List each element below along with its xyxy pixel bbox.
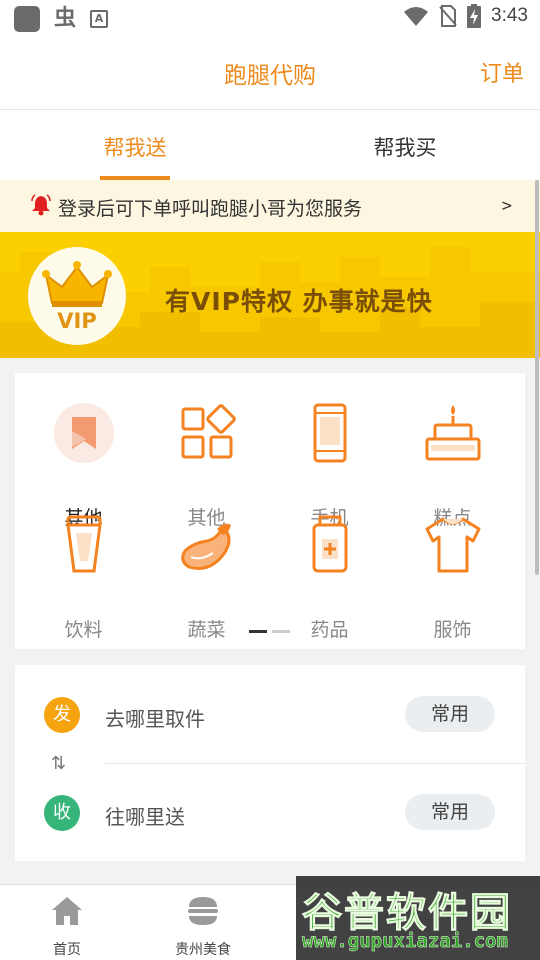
watermark-logo: 谷普软件园 www.gupuxiazai.com (296, 876, 540, 960)
keyboard-a-icon: A (90, 10, 109, 28)
address-card: 发 去哪里取件 常用 ⇅ 收 往哪里送 常用 (15, 665, 525, 861)
category-clothing[interactable]: 服饰 (391, 515, 514, 641)
nav-home[interactable]: 首页 (17, 895, 117, 959)
page-dot-active (249, 630, 267, 633)
category-vegetables[interactable]: 蔬菜 (145, 515, 268, 641)
app-header: 跑腿代购 订单 (0, 38, 540, 110)
battery-charging-icon (467, 4, 482, 28)
pickup-address-field[interactable]: 去哪里取件 (105, 703, 205, 732)
page-title: 跑腿代购 (224, 63, 316, 89)
receive-badge: 收 (44, 795, 80, 831)
scrollbar[interactable] (535, 180, 539, 575)
login-notice[interactable]: 登录后可下单呼叫跑腿小哥为您服务 > (0, 180, 540, 232)
vip-badge: VIP (28, 247, 126, 345)
status-bar: 虫 A 3:43 (0, 0, 540, 38)
home-icon (52, 897, 82, 925)
cup-icon (66, 515, 102, 573)
swap-icon[interactable]: ⇅ (51, 753, 66, 774)
phone-icon (313, 403, 347, 463)
delivery-address-field[interactable]: 往哪里送 (105, 801, 185, 830)
send-badge: 发 (44, 697, 80, 733)
divider (105, 763, 525, 764)
cake-icon (425, 405, 481, 461)
category-cake[interactable]: 糕点 (391, 403, 514, 529)
status-left: 虫 A (14, 6, 109, 32)
service-tabs: 帮我送 帮我买 (0, 110, 540, 180)
nav-label: 首页 (53, 942, 81, 958)
no-sim-icon (439, 5, 457, 27)
chevron-right-icon: > (501, 196, 512, 216)
vip-banner[interactable]: VIP 有VIP特权 办事就是快 (0, 232, 540, 358)
nav-label: 贵州美食 (175, 942, 231, 958)
category-label: 蔬菜 (187, 619, 226, 641)
category-label: 药品 (310, 619, 349, 641)
common-address-button[interactable]: 常用 (405, 794, 495, 830)
notice-text: 登录后可下单呼叫跑腿小哥为您服务 (58, 198, 363, 220)
eggplant-icon (181, 523, 231, 570)
bookmark-icon (54, 403, 114, 463)
common-address-button[interactable]: 常用 (405, 696, 495, 732)
category-other-2[interactable]: 其他 (145, 403, 268, 529)
category-phone[interactable]: 手机 (268, 403, 391, 529)
burger-icon (188, 897, 218, 925)
app-notification-icon (14, 6, 40, 32)
shirt-icon (425, 517, 481, 573)
nav-guizhou-food[interactable]: 贵州美食 (153, 895, 253, 959)
grid-icon (181, 404, 236, 459)
clock: 3:43 (491, 5, 528, 26)
page-dot (272, 630, 290, 633)
wifi-icon (404, 7, 429, 26)
orders-link[interactable]: 订单 (480, 56, 524, 88)
vip-label: VIP (57, 309, 97, 333)
watermark-url: www.gupuxiazai.com (302, 930, 508, 953)
category-drinks[interactable]: 饮料 (22, 515, 145, 641)
page-indicator (249, 630, 290, 633)
tab-help-buy[interactable]: 帮我买 (270, 132, 540, 162)
bug-icon: 虫 (54, 6, 77, 31)
medicine-icon (312, 515, 348, 573)
category-grid: 其他 其他 手机 糕点 饮料 蔬菜 药品 服饰 (15, 373, 525, 649)
vip-slogan: 有VIP特权 办事就是快 (165, 287, 433, 316)
category-label: 服饰 (433, 619, 472, 641)
category-other-1[interactable]: 其他 (22, 403, 145, 529)
bell-icon (31, 194, 51, 216)
category-label: 饮料 (64, 619, 103, 641)
category-medicine[interactable]: 药品 (268, 515, 391, 641)
status-right: 3:43 (403, 4, 528, 28)
tab-help-send[interactable]: 帮我送 (0, 132, 270, 162)
